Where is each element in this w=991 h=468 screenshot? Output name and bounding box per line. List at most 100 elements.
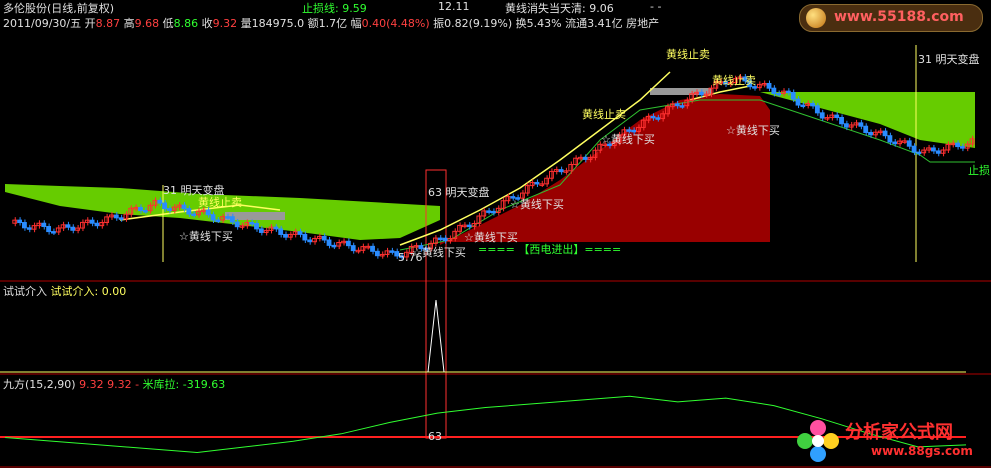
candle <box>466 224 472 228</box>
candle <box>55 227 61 233</box>
dashes: - - <box>650 0 662 13</box>
candle <box>234 221 240 228</box>
candle <box>491 210 496 214</box>
candle <box>65 224 71 228</box>
candle <box>790 92 796 100</box>
candle <box>437 237 443 241</box>
yellowline-label: 黄线消失当天清: <box>505 2 586 15</box>
candle <box>524 185 530 194</box>
candle <box>906 140 912 147</box>
candle <box>36 222 42 227</box>
candle <box>814 105 820 114</box>
candle <box>316 235 322 239</box>
candle <box>486 210 492 213</box>
logo-url: www.55188.com <box>834 9 964 25</box>
candle <box>800 104 806 108</box>
annot-low-price: 5.76 <box>398 251 423 264</box>
candle <box>882 130 888 137</box>
candle <box>674 103 680 107</box>
change-value: 0.40(4.48%) <box>361 17 430 30</box>
annot-buy-1: ☆黄线下买 <box>726 124 780 137</box>
candle <box>345 240 351 247</box>
candle <box>350 245 356 252</box>
candle <box>118 217 124 220</box>
panel3-v2: 9.32 <box>107 378 132 391</box>
high-label: 高 <box>123 17 135 30</box>
candle <box>839 116 844 125</box>
candle <box>186 208 192 215</box>
candle <box>795 98 801 106</box>
panel3-header: 九方(15,2,90) 9.32 9.32 - 米库拉: -319.63 <box>3 376 225 392</box>
candle <box>858 122 864 127</box>
green-fill-right <box>760 92 975 148</box>
candle <box>582 156 588 160</box>
bottom-watermark: 分析家公式网 www.88gs.com <box>795 414 985 464</box>
close-label: 收 <box>201 17 213 30</box>
panel3-title: 九方(15,2,90) <box>3 378 76 391</box>
candle <box>249 222 255 225</box>
candle <box>229 216 235 223</box>
stock-name: 多伦股份(日线,前复权) <box>3 2 115 15</box>
panel2-value: 0.00 <box>101 285 127 298</box>
panel2-header: 试试介入 试试介入: 0.00 <box>3 283 126 299</box>
candle <box>370 245 375 252</box>
low-label: 低 <box>162 17 174 30</box>
panel3-bottom-tag: 63 <box>428 430 442 443</box>
annot-buy-6: ☆黄线下买 <box>179 230 233 243</box>
candle <box>863 125 869 133</box>
candle <box>142 210 148 213</box>
candle <box>41 222 47 228</box>
amount-value: 1.7亿 <box>318 17 348 30</box>
candle <box>46 226 52 233</box>
candle <box>834 114 840 118</box>
candle <box>162 202 168 210</box>
candle <box>892 141 898 145</box>
candle <box>89 219 95 224</box>
stoploss-label: 止损线: <box>302 2 339 15</box>
candle <box>539 183 545 186</box>
annot-buy-3: ☆黄线下买 <box>510 198 564 211</box>
panel3-mi-label: 米库拉: <box>142 378 180 391</box>
candle <box>461 224 467 228</box>
header-yellowline: 黄线消失当天清: 9.06 <box>505 0 614 16</box>
candle <box>51 231 56 234</box>
candle <box>104 216 110 223</box>
float-label: 流通 <box>565 17 588 30</box>
annot-change-3: 31 明天变盘 <box>918 53 980 66</box>
watermark-url: www.88gs.com <box>871 444 973 458</box>
stoploss-value: 9.59 <box>342 2 367 15</box>
flower-logo-icon <box>797 420 839 462</box>
candle <box>534 181 540 185</box>
annot-sell-3: 黄线止卖 <box>582 108 626 121</box>
candle <box>553 169 559 172</box>
candle <box>679 105 685 108</box>
candle <box>771 87 777 94</box>
annot-stoploss: 止损 <box>968 164 990 177</box>
panel2-label: 试试介入: <box>50 285 99 298</box>
candle <box>215 219 221 222</box>
candle <box>558 169 564 173</box>
candle <box>959 146 965 149</box>
candle <box>655 117 661 120</box>
annot-change-1: 31 明天变盘 <box>163 184 225 197</box>
turnover-value: 5.43% <box>526 17 562 30</box>
candle <box>930 147 936 152</box>
candle <box>955 142 960 148</box>
header-row-1: 多伦股份(日线,前复权) <box>3 0 118 16</box>
panel2-spike <box>427 299 445 373</box>
candle <box>70 226 76 231</box>
watermark-cn: 分析家公式网 <box>845 422 953 443</box>
annot-change-2: 63 明天变盘 <box>428 186 490 199</box>
val2: 12.11 <box>438 0 470 13</box>
header-stoploss: 止损线: 9.59 <box>302 0 367 16</box>
volume-value: 184975.0 <box>251 17 305 30</box>
close-value: 9.32 <box>212 17 238 30</box>
panel3-mi-value: -319.63 <box>182 378 226 391</box>
panel3-v3: - <box>135 378 140 391</box>
candle <box>341 240 346 244</box>
annot-sell-1: 黄线止卖 <box>666 48 710 61</box>
amplitude-value: 0.82(9.19%) <box>444 17 513 30</box>
volume-label: 量 <box>240 17 252 30</box>
candle <box>17 219 23 224</box>
candle <box>935 150 941 154</box>
